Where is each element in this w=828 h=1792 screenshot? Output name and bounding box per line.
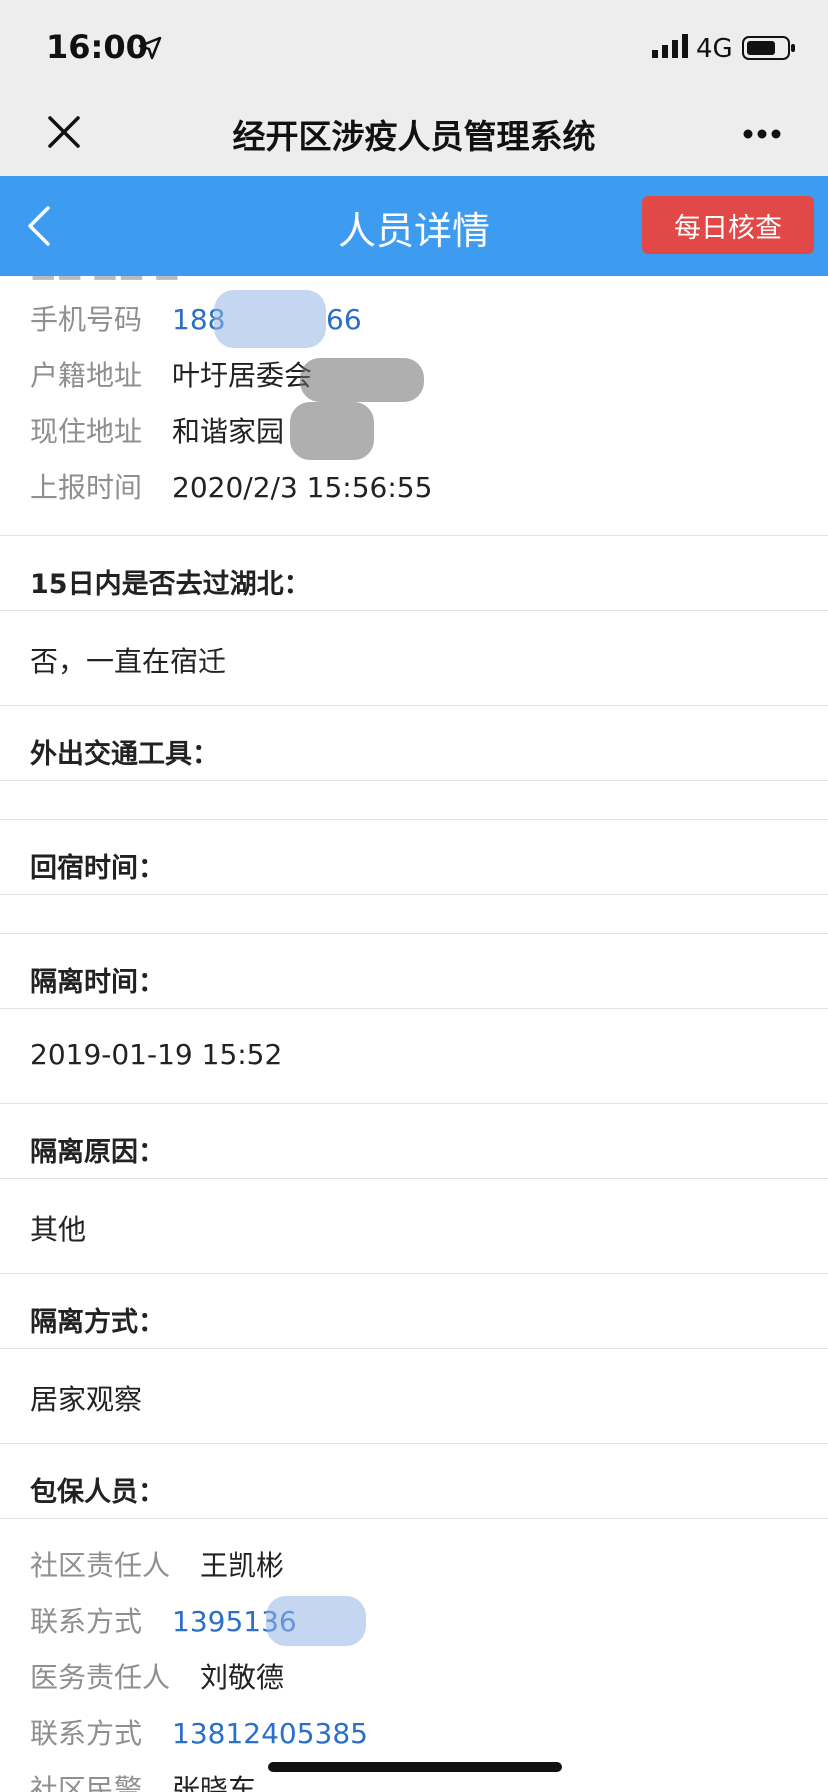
- divider: [0, 780, 828, 781]
- divider: [0, 1348, 828, 1349]
- section-answer-isolation-method: 居家观察: [30, 1383, 143, 1416]
- page-title: 人员详情: [337, 209, 490, 253]
- section-label-return-time: 回宿时间：: [30, 853, 165, 884]
- info-row-phone: 手机号码 188: [30, 300, 225, 340]
- divider: [0, 1178, 828, 1179]
- section-label-isolation-reason: 隔离原因：: [30, 1137, 165, 1168]
- network-type: 4G: [696, 34, 733, 64]
- detail-content[interactable]: ▬▬ ▬▬ ▬ 手机号码188 66 户籍地址叶圩居委会 现住地址和谐家园 上报…: [0, 276, 828, 1792]
- section-answer-hubei: 否，一直在宿迁: [30, 645, 227, 678]
- divider: [0, 894, 828, 895]
- guarantor-value: 张晓东: [172, 1773, 257, 1792]
- guarantor-label: 社区民警: [30, 1773, 143, 1792]
- divider: [0, 1273, 828, 1274]
- divider: [0, 610, 828, 611]
- signal-icon: [652, 34, 688, 58]
- home-indicator[interactable]: [268, 1762, 562, 1772]
- info-value: 2020/2/3 15:56:55: [172, 471, 433, 504]
- info-value: 和谐家园: [172, 415, 285, 448]
- location-arrow-icon: [138, 36, 162, 60]
- status-bar: 16:00 4G: [0, 0, 828, 88]
- divider: [0, 1103, 828, 1104]
- phone-link[interactable]: 13812405385: [172, 1714, 368, 1754]
- section-label-transport: 外出交通工具：: [30, 739, 219, 770]
- redaction-mosaic: [266, 1596, 366, 1646]
- info-label: 上报时间: [30, 471, 143, 504]
- daily-check-button[interactable]: 每日核查: [642, 196, 814, 254]
- scrolled-off-row: ▬▬ ▬▬ ▬: [30, 276, 180, 289]
- info-row-report-time: 上报时间 2020/2/3 15:56:55: [30, 468, 432, 508]
- guarantor-label: 联系方式: [30, 1605, 143, 1638]
- guarantor-value: 王凯彬: [200, 1549, 285, 1582]
- guarantor-label: 医务责任人: [30, 1661, 171, 1694]
- wechat-title: 经开区涉疫人员管理系统: [232, 117, 596, 156]
- guarantor-row: 社区责任人 王凯彬: [30, 1546, 284, 1586]
- info-value: 叶圩居委会: [172, 359, 313, 392]
- redaction-mosaic: [300, 358, 424, 402]
- info-label: 户籍地址: [30, 359, 143, 392]
- section-label-hubei: 15日内是否去过湖北：: [30, 569, 311, 600]
- section-answer-isolation-reason: 其他: [30, 1213, 87, 1246]
- guarantor-value: 刘敬德: [200, 1661, 285, 1694]
- info-label: 手机号码: [30, 303, 143, 336]
- guarantor-row: 联系方式 1395136: [30, 1602, 297, 1642]
- divider: [0, 933, 828, 934]
- page-header: 人员详情 每日核查: [0, 176, 828, 276]
- divider: [0, 705, 828, 706]
- divider: [0, 1443, 828, 1444]
- divider: [0, 1518, 828, 1519]
- phone-suffix: 66: [326, 303, 362, 336]
- status-time: 16:00: [46, 28, 148, 66]
- back-icon[interactable]: [26, 204, 52, 248]
- wechat-nav-bar: 经开区涉疫人员管理系统: [0, 88, 828, 176]
- section-answer-isolation-time: 2019-01-19 15:52: [30, 1038, 283, 1071]
- divider: [0, 819, 828, 820]
- guarantor-row: 联系方式 13812405385: [30, 1714, 368, 1754]
- divider: [0, 1008, 828, 1009]
- divider: [0, 535, 828, 536]
- guarantor-label: 社区责任人: [30, 1549, 171, 1582]
- guarantor-row: 医务责任人 刘敬德: [30, 1658, 284, 1698]
- guarantor-row: 社区民警 张晓东: [30, 1770, 256, 1792]
- section-label-isolation-method: 隔离方式：: [30, 1307, 165, 1338]
- close-icon[interactable]: [46, 114, 82, 150]
- more-icon[interactable]: [742, 128, 782, 140]
- info-row-address: 现住地址 和谐家园: [30, 412, 284, 452]
- section-label-guarantors: 包保人员：: [30, 1477, 165, 1508]
- battery-icon: [742, 36, 795, 60]
- guarantor-label: 联系方式: [30, 1717, 143, 1750]
- info-label: 现住地址: [30, 415, 143, 448]
- section-label-isolation-time: 隔离时间：: [30, 967, 165, 998]
- info-row-hukou: 户籍地址 叶圩居委会: [30, 356, 312, 396]
- redaction-mosaic: [214, 290, 326, 348]
- redaction-mosaic: [290, 402, 374, 460]
